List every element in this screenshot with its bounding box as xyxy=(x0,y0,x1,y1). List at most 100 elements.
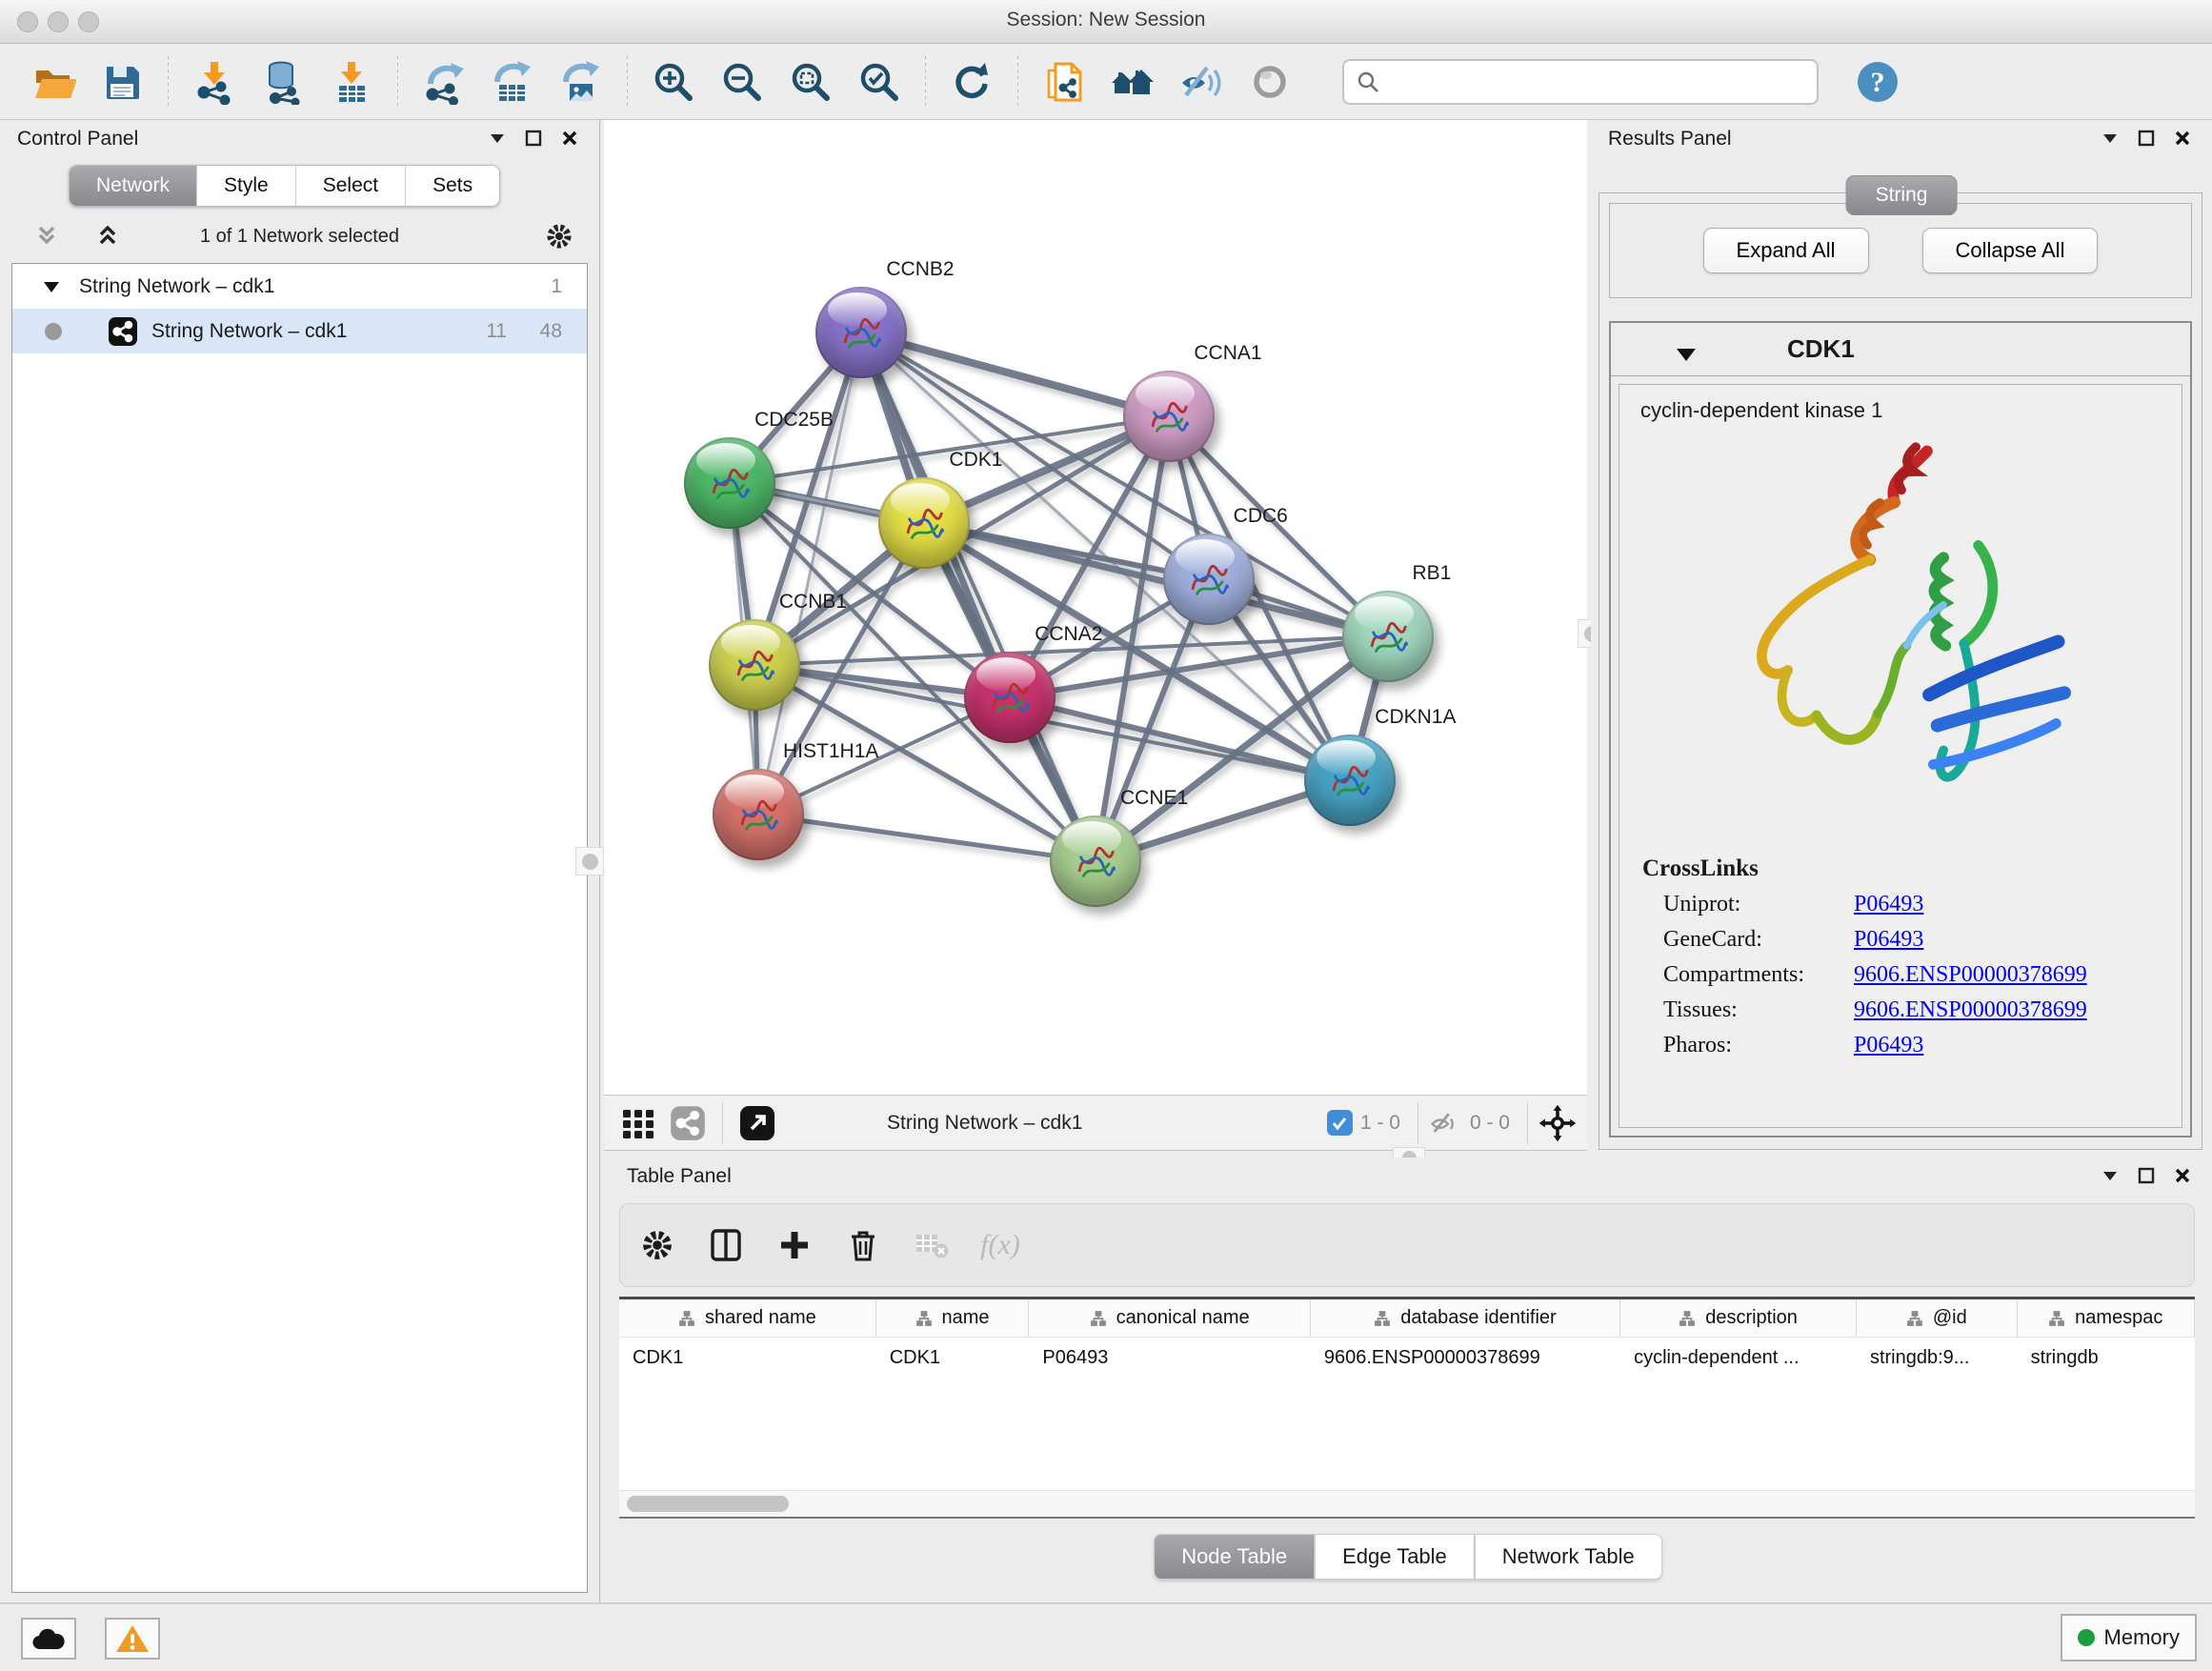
crosslink-link[interactable]: P06493 xyxy=(1854,1033,1923,1058)
control-panel-close-button[interactable] xyxy=(559,128,580,149)
tab-node-table[interactable]: Node Table xyxy=(1154,1534,1315,1580)
crosslink-link[interactable]: P06493 xyxy=(1854,927,1923,953)
table-cell[interactable]: 9606.ENSP00000378699 xyxy=(1311,1338,1620,1378)
network-canvas[interactable]: CCNB2CCNA1CDC25BCDK1CDC6RB1CCNB1CCNA2HIS… xyxy=(604,120,1587,1096)
home-button[interactable] xyxy=(1107,55,1158,109)
column-header-name[interactable]: name xyxy=(876,1299,1030,1337)
hide-panels-button[interactable] xyxy=(1176,55,1227,109)
import-network-database-button[interactable] xyxy=(257,55,309,109)
table-cell[interactable]: stringdb xyxy=(2018,1338,2195,1378)
tab-select[interactable]: Select xyxy=(296,166,406,206)
birdseye-crosshair-icon[interactable] xyxy=(1538,1103,1578,1143)
warnings-button[interactable] xyxy=(105,1618,160,1660)
table-cell[interactable]: CDK1 xyxy=(876,1338,1030,1378)
show-columns-button[interactable] xyxy=(706,1225,746,1265)
add-column-button[interactable] xyxy=(774,1225,814,1265)
collection-expand-icon[interactable] xyxy=(41,276,62,297)
search-input[interactable] xyxy=(1380,63,1805,101)
node-CCNB1[interactable] xyxy=(709,619,800,711)
table-settings-button[interactable] xyxy=(637,1225,677,1265)
hscroll-thumb[interactable] xyxy=(627,1496,789,1512)
crosslink-link[interactable]: P06493 xyxy=(1854,892,1923,917)
grid-view-button[interactable] xyxy=(619,1104,657,1142)
column-header-database-identifier[interactable]: database identifier xyxy=(1311,1299,1620,1337)
node-CDC25B[interactable] xyxy=(684,437,775,529)
column-header-namespac[interactable]: namespac xyxy=(2018,1299,2195,1337)
crosslink-link[interactable]: 9606.ENSP00000378699 xyxy=(1854,962,2087,988)
crosslink-link[interactable]: 9606.ENSP00000378699 xyxy=(1854,997,2087,1023)
zoom-fit-button[interactable] xyxy=(785,55,836,109)
table-cell[interactable]: cyclin-dependent ... xyxy=(1620,1338,1857,1378)
node-CCNA2[interactable] xyxy=(964,652,1056,743)
export-image-button[interactable] xyxy=(555,55,607,109)
node-CCNE1[interactable] xyxy=(1050,815,1141,907)
table-panel: Table Panel f(x) xyxy=(604,1158,2212,1602)
table-cell[interactable]: stringdb:9... xyxy=(1857,1338,2018,1378)
show-view-button[interactable] xyxy=(1244,55,1296,109)
table-panel-float-button[interactable] xyxy=(2136,1165,2157,1186)
node-CCNB2[interactable] xyxy=(815,287,907,378)
memory-button[interactable]: Memory xyxy=(2061,1614,2197,1661)
edge-HIST1H1A-CCNE1[interactable] xyxy=(758,815,1096,861)
results-panel-header: Results Panel xyxy=(1591,120,2212,160)
import-network-file-button[interactable] xyxy=(189,55,240,109)
table-panel-close-button[interactable] xyxy=(2172,1165,2193,1186)
tab-style[interactable]: Style xyxy=(197,166,296,206)
apply-layout-button[interactable] xyxy=(946,55,997,109)
left-splitter-grip[interactable] xyxy=(575,847,604,876)
open-session-button[interactable] xyxy=(28,55,79,109)
node-CCNA1[interactable] xyxy=(1123,371,1215,462)
node-RB1[interactable] xyxy=(1342,591,1434,682)
zoom-in-button[interactable] xyxy=(648,55,699,109)
crosslink-label: Pharos: xyxy=(1663,1033,1854,1058)
network-from-file-button[interactable] xyxy=(1038,55,1090,109)
expand-all-button[interactable]: Expand All xyxy=(1703,228,1869,273)
zoom-selected-button[interactable] xyxy=(854,55,905,109)
tab-network-table[interactable]: Network Table xyxy=(1475,1534,1662,1580)
network-edges xyxy=(604,120,1587,1096)
table-row[interactable]: CDK1CDK1P064939606.ENSP00000378699cyclin… xyxy=(619,1338,2195,1378)
export-network-button[interactable] xyxy=(418,55,470,109)
column-header--id[interactable]: @id xyxy=(1857,1299,2018,1337)
tab-edge-table[interactable]: Edge Table xyxy=(1315,1534,1475,1580)
column-header-canonical-name[interactable]: canonical name xyxy=(1029,1299,1311,1337)
string-view-button[interactable] xyxy=(669,1104,707,1142)
help-button[interactable]: ? xyxy=(1852,55,1903,109)
node-CDKN1A[interactable] xyxy=(1304,735,1396,826)
control-panel-float-button[interactable] xyxy=(523,128,544,149)
column-header-shared-name[interactable]: shared name xyxy=(619,1299,876,1337)
table-panel-collapse-button[interactable] xyxy=(2100,1165,2121,1186)
node-CDK1[interactable] xyxy=(878,477,970,569)
delete-column-button[interactable] xyxy=(843,1225,883,1265)
import-table-file-button[interactable] xyxy=(326,55,377,109)
results-panel-close-button[interactable] xyxy=(2172,128,2193,149)
node-CDC6[interactable] xyxy=(1163,534,1255,625)
edge-CCNB2-CCNE1[interactable] xyxy=(861,332,1096,861)
save-session-button[interactable] xyxy=(96,55,148,109)
zoom-out-button[interactable] xyxy=(716,55,768,109)
tab-network[interactable]: Network xyxy=(70,166,197,206)
tab-sets[interactable]: Sets xyxy=(406,166,499,206)
open-folder-icon xyxy=(30,59,76,105)
results-panel-collapse-button[interactable] xyxy=(2100,128,2121,149)
gene-collapse-icon[interactable] xyxy=(1674,342,1699,367)
table-cell[interactable]: P06493 xyxy=(1029,1338,1310,1378)
results-panel-float-button[interactable] xyxy=(2136,128,2157,149)
selected-checkbox[interactable] xyxy=(1327,1110,1353,1136)
collapse-all-button[interactable]: Collapse All xyxy=(1922,228,2099,273)
node-HIST1H1A[interactable] xyxy=(713,769,804,860)
network-options-gear-icon[interactable] xyxy=(544,221,574,252)
column-header-description[interactable]: description xyxy=(1620,1299,1857,1337)
gene-header-row[interactable]: CDK1 xyxy=(1611,323,2190,376)
cloud-status-button[interactable] xyxy=(21,1618,76,1660)
table-delete-icon xyxy=(914,1227,950,1263)
hidden-counts: 0 - 0 xyxy=(1470,1112,1510,1135)
network-collection-row[interactable]: String Network – cdk1 1 xyxy=(12,264,587,309)
tab-string[interactable]: String xyxy=(1846,175,1958,215)
network-row[interactable]: String Network – cdk1 11 48 xyxy=(12,309,587,353)
table-cell[interactable]: CDK1 xyxy=(619,1338,876,1378)
table-hscrollbar[interactable] xyxy=(619,1490,2195,1517)
open-view-button[interactable] xyxy=(738,1104,776,1142)
export-table-button[interactable] xyxy=(487,55,538,109)
control-panel-collapse-button[interactable] xyxy=(487,128,508,149)
